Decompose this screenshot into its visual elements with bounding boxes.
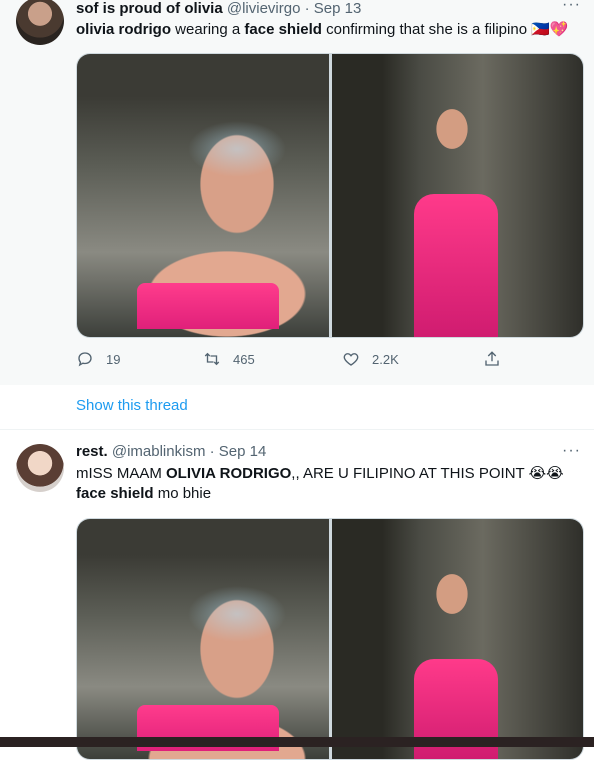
tweet-photo[interactable] [331, 519, 583, 759]
emoji: 🇵🇭💖 [531, 21, 569, 38]
tweet-actions: 19 465 2.2K [76, 349, 516, 369]
share-button[interactable] [483, 349, 501, 369]
tweet-text-bold: olivia rodrigo [76, 21, 172, 38]
separator-dot: · [209, 443, 215, 460]
tweet-text-span: confirming that she is a filipino [321, 21, 532, 38]
separator-dot: · [304, 0, 310, 17]
author-name[interactable]: rest. [76, 443, 108, 460]
show-thread-link[interactable]: Show this thread [76, 397, 188, 414]
tweet-date[interactable]: Sep 14 [219, 443, 267, 460]
tweet-photo[interactable] [77, 519, 329, 759]
tweet-text-line: mISS MAAM OLIVIA RODRIGO,, ARE U FILIPIN… [76, 464, 576, 484]
tweet[interactable]: sof is proud of olivia @livievirgo · Sep… [0, 0, 594, 414]
media-grid [76, 518, 584, 760]
tweet-text-bold: OLIVIA RODRIGO [166, 465, 292, 482]
reply-icon [78, 352, 92, 367]
tweet-text-span: wearing a [171, 21, 245, 38]
avatar[interactable] [16, 444, 64, 492]
reply-count: 19 [106, 351, 121, 367]
tweet-date[interactable]: Sep 13 [314, 0, 362, 17]
tweet-photo[interactable] [77, 54, 329, 337]
retweet-button[interactable]: 465 [203, 349, 255, 369]
tweet-text-span: mo bhie [153, 485, 212, 502]
like-count: 2.2K [372, 351, 399, 367]
tweet-text-bold: face shield [76, 485, 154, 502]
tweet[interactable]: rest. @imablinkism · Sep 14 ··· mISS MAA… [0, 430, 594, 760]
reply-button[interactable]: 19 [76, 349, 120, 369]
heart-icon [343, 353, 359, 366]
like-button[interactable]: 2.2K [342, 349, 399, 369]
media-grid [76, 53, 584, 338]
tweet-text: mISS MAAM OLIVIA RODRIGO,, ARE U FILIPIN… [76, 464, 576, 504]
tweet-text-span: ,, ARE U FILIPINO AT THIS POINT [291, 465, 529, 482]
bottom-bar [0, 737, 594, 747]
tweet-text-line: face shield mo bhie [76, 484, 576, 504]
share-icon [485, 351, 499, 366]
retweet-icon [204, 352, 220, 366]
author-name[interactable]: sof is proud of olivia [76, 0, 223, 17]
tweet-text-span: mISS MAAM [76, 465, 167, 482]
more-horizontal-icon[interactable]: ··· [562, 0, 580, 14]
tweet-header: rest. @imablinkism · Sep 14 [76, 442, 266, 462]
retweet-count: 465 [233, 351, 255, 367]
author-handle[interactable]: @imablinkism [112, 443, 206, 460]
more-horizontal-icon[interactable]: ··· [562, 443, 580, 460]
tweet-text-bold: face shield [244, 21, 322, 38]
tweet-photo[interactable] [331, 54, 583, 337]
tweet-text: olivia rodrigo wearing a face shield con… [76, 20, 576, 40]
tweet-header: sof is proud of olivia @livievirgo · Sep… [76, 0, 361, 19]
avatar[interactable] [16, 0, 64, 45]
emoji: 😭😭 [528, 465, 564, 482]
author-handle[interactable]: @livievirgo [227, 0, 301, 17]
